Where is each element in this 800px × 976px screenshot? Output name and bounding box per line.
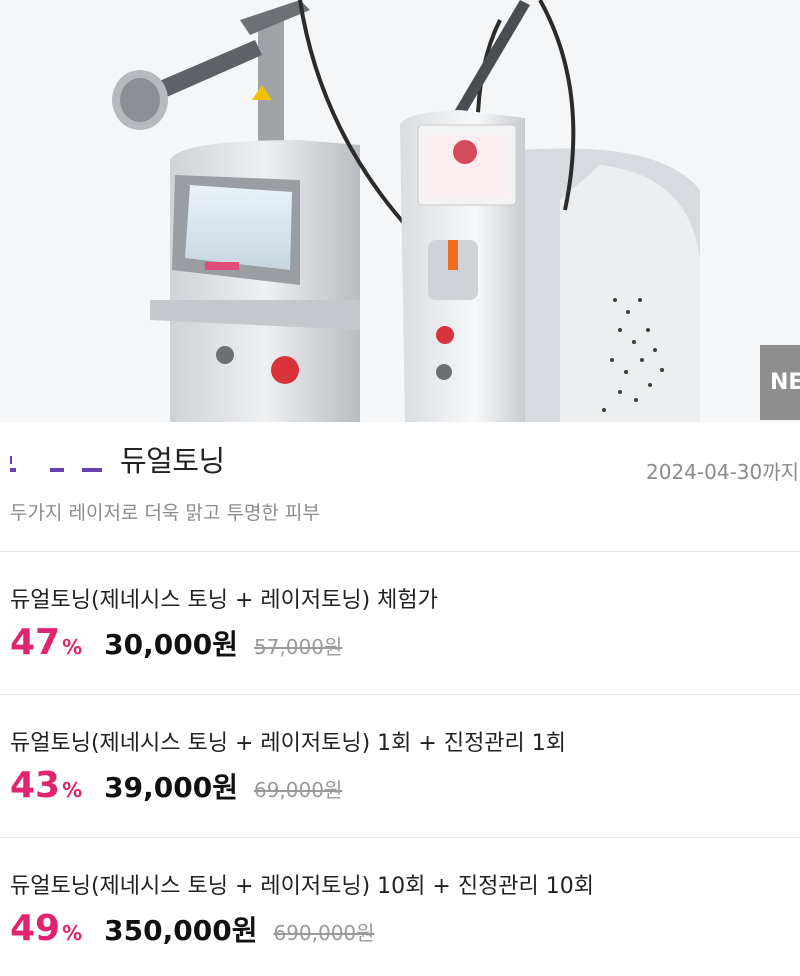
discount-rate: 43 [10, 765, 61, 806]
product-hero-image: NE [0, 0, 800, 422]
discount-rate: 47 [10, 622, 61, 663]
price-option-3[interactable]: 듀얼토닝(제네시스 토닝 + 레이저토닝) 10회 + 진정관리 10회 49 … [0, 846, 800, 976]
sale-period: 2024-04-30까지 [646, 460, 800, 484]
discount-percent-sign: % [62, 778, 83, 802]
option-price-row: 47 % 30,000원 57,000원 [10, 622, 342, 663]
discount-percent-sign: % [62, 635, 83, 659]
new-badge: NE [760, 345, 800, 420]
discount-percent-sign: % [62, 921, 83, 945]
option-name: 듀얼토닝(제네시스 토닝 + 레이저토닝) 체험가 [10, 588, 438, 613]
sale-price: 350,000원 [104, 914, 258, 947]
option-name: 듀얼토닝(제네시스 토닝 + 레이저토닝) 10회 + 진정관리 10회 [10, 874, 595, 899]
product-title: 듀얼토닝 [120, 444, 225, 478]
option-price-row: 49 % 350,000원 690,000원 [10, 908, 375, 949]
product-title-row: 듀얼토닝 2024-04-30까지 [0, 430, 800, 490]
option-price-row: 43 % 39,000원 69,000원 [10, 765, 342, 806]
price-option-1[interactable]: 듀얼토닝(제네시스 토닝 + 레이저토닝) 체험가 47 % 30,000원 5… [0, 560, 800, 690]
sale-price: 30,000원 [104, 628, 238, 661]
product-subtitle: 두가지 레이저로 더욱 맑고 투명한 피부 [10, 502, 320, 524]
brand-logo [10, 456, 102, 472]
original-price: 69,000원 [253, 778, 343, 802]
original-price: 690,000원 [273, 921, 375, 945]
divider [0, 694, 800, 695]
original-price: 57,000원 [253, 635, 343, 659]
price-option-2[interactable]: 듀얼토닝(제네시스 토닝 + 레이저토닝) 1회 + 진정관리 1회 43 % … [0, 703, 800, 833]
option-name: 듀얼토닝(제네시스 토닝 + 레이저토닝) 1회 + 진정관리 1회 [10, 731, 567, 756]
laser-machine-illustration [0, 0, 800, 422]
divider [0, 837, 800, 838]
sale-price: 39,000원 [104, 771, 238, 804]
divider [0, 551, 800, 552]
discount-rate: 49 [10, 908, 61, 949]
